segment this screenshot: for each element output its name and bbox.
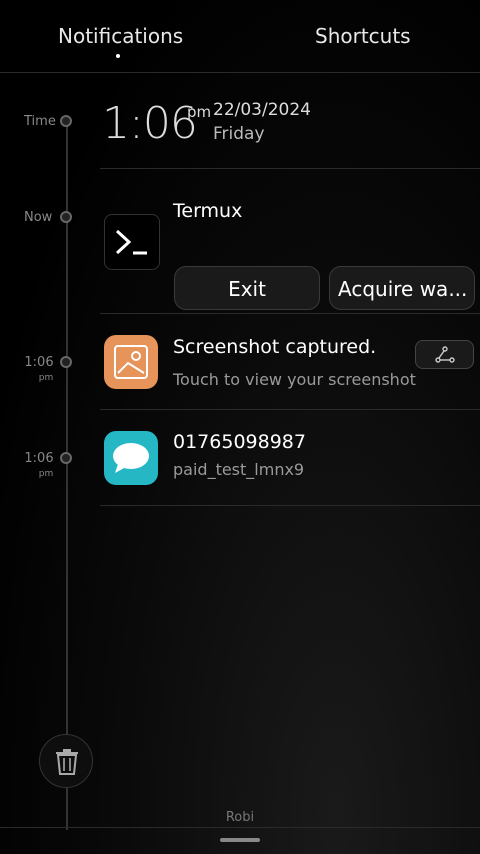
terminal-icon [104, 214, 160, 270]
notification-title: Screenshot captured. [173, 336, 377, 358]
timeline-dot [60, 211, 72, 223]
timeline-time-label: Time [24, 114, 56, 129]
timeline-dot [60, 356, 72, 368]
carrier-label: Robi [225, 810, 255, 825]
trash-icon [56, 749, 78, 775]
notification-subtitle: paid_test_lmnx9 [173, 460, 305, 479]
timeline-entry-ampm: pm [38, 469, 54, 479]
divider [100, 313, 480, 314]
clock-ampm: pm [187, 103, 212, 121]
tab-shortcuts[interactable]: Shortcuts [315, 24, 411, 48]
clock-date: 22/03/2024 [213, 100, 311, 120]
divider [100, 409, 480, 410]
divider [100, 168, 480, 169]
exit-button[interactable]: Exit [174, 266, 320, 310]
active-tab-indicator [116, 54, 120, 58]
share-button[interactable] [415, 340, 474, 369]
clock-time: 1:06 [102, 98, 198, 149]
divider [100, 505, 480, 506]
clear-all-button[interactable] [39, 734, 93, 788]
acquire-wakelock-button[interactable]: Acquire wa... [329, 266, 475, 310]
timeline-dot [60, 452, 72, 464]
notification-subtitle: Touch to view your screenshot [173, 370, 416, 389]
footer-divider [0, 827, 480, 828]
message-bubble-icon [104, 431, 158, 485]
share-icon [435, 346, 455, 363]
timeline-now-label: Now [24, 210, 53, 225]
notification-tabs: Notifications Shortcuts [0, 0, 480, 73]
timeline-entry-ampm: pm [38, 373, 54, 383]
clock-day: Friday [213, 124, 265, 144]
tab-notifications[interactable]: Notifications [58, 24, 183, 48]
timeline-dot [60, 115, 72, 127]
image-icon [104, 335, 158, 389]
notification-title: Termux [173, 200, 243, 222]
notification-title: 01765098987 [173, 431, 306, 453]
timeline-entry-time: 1:06 [24, 355, 54, 370]
timeline-line [66, 120, 68, 830]
drag-handle[interactable] [220, 838, 260, 842]
timeline-entry-time: 1:06 [24, 451, 54, 466]
